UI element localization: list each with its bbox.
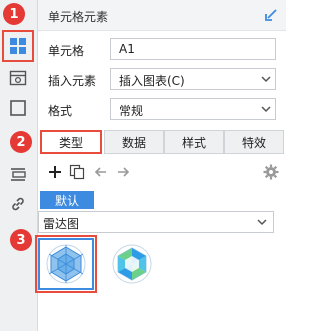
chart-tabs: 类型 数据 样式 特效 xyxy=(38,130,286,154)
format-row: 格式 常规 xyxy=(38,98,286,122)
widget-icon xyxy=(11,168,26,181)
tab-data[interactable]: 数据 xyxy=(104,130,164,154)
cell-label: 单元格 xyxy=(48,44,85,58)
copy-icon xyxy=(69,164,85,180)
arrow-left-icon xyxy=(94,167,106,177)
widget-button[interactable] xyxy=(6,162,30,186)
tab-style-label: 样式 xyxy=(181,135,206,150)
add-icon xyxy=(49,166,61,178)
link-icon xyxy=(12,197,24,211)
insert-select-value: 插入图表(C) xyxy=(119,74,185,88)
move-left-button[interactable] xyxy=(92,162,110,182)
filled-radar-chart-thumb[interactable] xyxy=(104,238,160,290)
radar-thumb-icon xyxy=(46,244,86,284)
cell-input[interactable]: A1 xyxy=(110,38,276,60)
insert-select[interactable]: 插入图表(C) xyxy=(110,68,276,90)
pin-icon[interactable] xyxy=(264,8,278,22)
chart-type-value: 雷达图 xyxy=(43,217,80,231)
settings-button[interactable] xyxy=(262,162,280,182)
tab-type[interactable]: 类型 xyxy=(40,130,102,154)
left-toolbar xyxy=(0,0,38,331)
chevron-down-icon xyxy=(261,76,271,83)
tab-effects[interactable]: 特效 xyxy=(224,130,284,154)
panel-header: 单元格元素 xyxy=(38,0,286,31)
format-label: 格式 xyxy=(48,104,73,118)
move-right-button[interactable] xyxy=(114,162,132,182)
tab-type-label: 类型 xyxy=(58,135,83,150)
chevron-down-icon xyxy=(257,219,267,226)
cell-element-tab-button[interactable] xyxy=(2,30,34,62)
arrow-right-icon xyxy=(118,167,130,177)
tab-style[interactable]: 样式 xyxy=(164,130,224,154)
hyperlink-button[interactable] xyxy=(6,192,30,216)
border-button[interactable] xyxy=(6,96,30,120)
cell-attribute-button[interactable] xyxy=(6,66,30,90)
tab-effects-label: 特效 xyxy=(241,135,266,150)
step-badge-1: 1 xyxy=(3,3,25,25)
format-select[interactable]: 常规 xyxy=(110,98,276,120)
radar-chart-thumb[interactable] xyxy=(38,238,94,290)
filled-radar-thumb-icon xyxy=(112,244,152,284)
format-select-value: 常规 xyxy=(119,104,144,118)
insert-label: 插入元素 xyxy=(48,74,97,88)
copy-button[interactable] xyxy=(68,162,86,182)
border-icon xyxy=(10,100,26,116)
chart-type-select[interactable]: 雷达图 xyxy=(38,211,274,233)
cell-attr-icon xyxy=(9,70,27,86)
cell-row: 单元格 A1 xyxy=(38,38,286,62)
default-chart-chip[interactable]: 默认 xyxy=(40,191,94,209)
gear-icon xyxy=(263,164,279,180)
cell-element-panel: 单元格元素 单元格 A1 插入元素 插入图表(C) 格式 常规 类型 数据 样式… xyxy=(35,0,286,331)
tab-data-label: 数据 xyxy=(121,135,146,150)
default-chip-label: 默认 xyxy=(54,193,79,208)
grid-icon xyxy=(10,38,26,54)
step-badge-3: 3 xyxy=(10,229,32,251)
chevron-down-icon xyxy=(261,106,271,113)
panel-title: 单元格元素 xyxy=(48,10,109,24)
add-button[interactable] xyxy=(46,162,64,182)
insert-row: 插入元素 插入图表(C) xyxy=(38,68,286,92)
step-badge-2: 2 xyxy=(10,131,32,153)
cell-input-value: A1 xyxy=(119,42,135,56)
